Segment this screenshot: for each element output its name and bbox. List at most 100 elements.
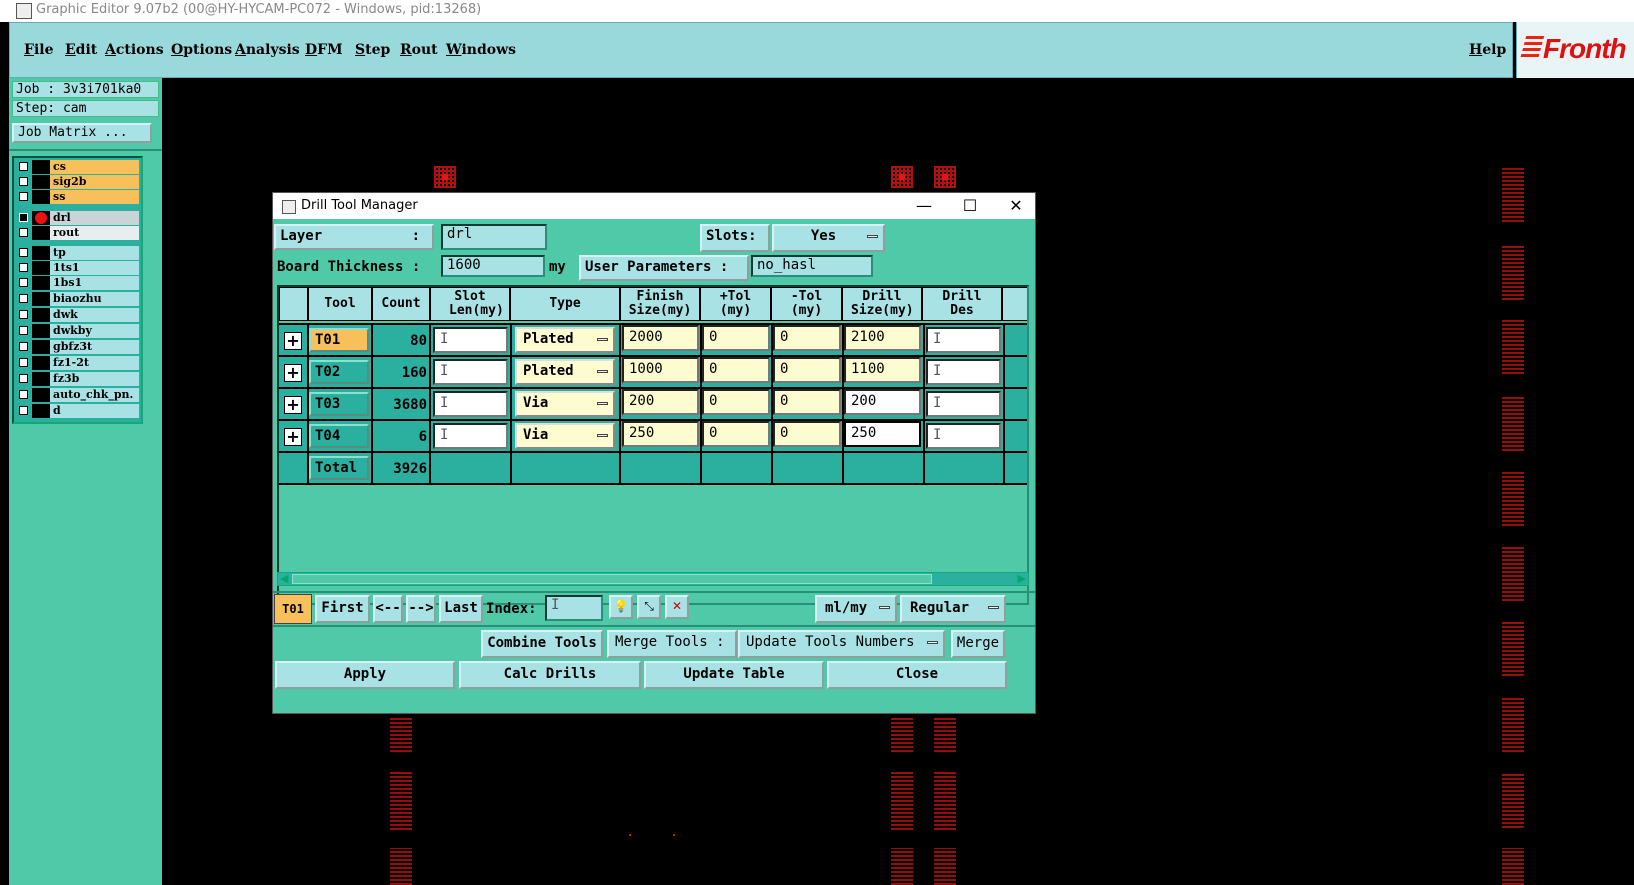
finish-size-input[interactable]: 1000 xyxy=(622,357,699,383)
layer-row[interactable]: dwk xyxy=(16,308,139,322)
slot-len-input[interactable]: I xyxy=(433,391,508,417)
layer-row-active[interactable]: drl xyxy=(16,211,139,225)
minus-tol-input[interactable]: 0 xyxy=(773,325,841,351)
layer-checkbox[interactable] xyxy=(19,310,28,319)
layer-row[interactable]: cs xyxy=(16,160,139,174)
table-horizontal-scrollbar[interactable]: ◀ ▶ xyxy=(277,572,1029,586)
scroll-left-icon[interactable]: ◀ xyxy=(280,572,288,585)
drill-size-input[interactable]: 2100 xyxy=(844,325,921,351)
layer-checkbox[interactable] xyxy=(19,248,28,257)
menu-options[interactable]: Options xyxy=(171,42,232,58)
layer-row[interactable]: sig2b xyxy=(16,175,139,189)
menu-step[interactable]: Step xyxy=(355,42,390,58)
user-parameters-button[interactable]: User Parameters : xyxy=(579,255,749,281)
close-button[interactable]: Close xyxy=(827,661,1007,689)
layer-row[interactable]: 1ts1 xyxy=(16,261,139,275)
finish-size-input[interactable]: 250 xyxy=(622,421,699,447)
drill-des-input[interactable]: I xyxy=(926,359,1001,385)
type-select[interactable]: Plated xyxy=(515,359,615,385)
layer-checkbox[interactable] xyxy=(19,358,28,367)
finish-size-input[interactable]: 200 xyxy=(622,389,699,415)
expand-icon[interactable]: + xyxy=(284,364,302,382)
layer-checkbox[interactable] xyxy=(19,263,28,272)
layer-checkbox[interactable] xyxy=(19,177,28,186)
slots-select[interactable]: Yes xyxy=(772,224,885,252)
plus-tol-input[interactable]: 0 xyxy=(702,325,770,351)
menu-actions[interactable]: Actions xyxy=(105,42,164,58)
layer-checkbox[interactable] xyxy=(19,228,28,237)
layer-checkbox-checked[interactable] xyxy=(19,213,28,222)
first-button[interactable]: First xyxy=(315,595,370,623)
layer-row[interactable]: tp xyxy=(16,246,139,260)
layer-row[interactable]: gbfz3t xyxy=(16,340,139,354)
plus-tol-input[interactable]: 0 xyxy=(702,389,770,415)
minus-tol-input[interactable]: 0 xyxy=(773,421,841,447)
type-select[interactable]: Via xyxy=(515,391,615,417)
bulb-icon[interactable]: 💡 xyxy=(609,595,633,619)
layer-row[interactable]: biaozhu xyxy=(16,292,139,306)
menu-rout[interactable]: Rout xyxy=(400,42,438,58)
slot-len-input[interactable]: I xyxy=(433,327,508,353)
drill-size-input-active[interactable]: 250 xyxy=(844,421,921,447)
job-matrix-button[interactable]: Job Matrix ... xyxy=(12,123,152,143)
drill-size-input[interactable]: 200 xyxy=(844,389,921,415)
layer-checkbox[interactable] xyxy=(19,294,28,303)
type-select[interactable]: Plated xyxy=(515,327,615,353)
board-thickness-field[interactable]: 1600 xyxy=(441,255,545,277)
drill-des-input[interactable]: I xyxy=(926,423,1001,449)
tool-button-t02[interactable]: T02 xyxy=(309,360,369,384)
clear-icon[interactable]: ✕ xyxy=(665,595,689,619)
slot-len-input[interactable]: I xyxy=(433,423,508,449)
index-field[interactable]: I xyxy=(545,595,603,621)
expand-icon[interactable]: + xyxy=(284,396,302,414)
layer-row[interactable]: fz3b xyxy=(16,372,139,386)
layer-checkbox[interactable] xyxy=(19,192,28,201)
menu-analysis[interactable]: Analysis xyxy=(235,42,300,58)
menu-help[interactable]: Help xyxy=(1469,42,1506,58)
scroll-right-icon[interactable]: ▶ xyxy=(1018,572,1026,585)
layer-checkbox[interactable] xyxy=(19,162,28,171)
next-button[interactable]: --> xyxy=(406,595,436,623)
menu-file[interactable]: File xyxy=(24,42,54,58)
zoom-fit-icon[interactable]: ⤡ xyxy=(637,595,661,619)
finish-size-input[interactable]: 2000 xyxy=(622,325,699,351)
layer-row[interactable]: 1bs1 xyxy=(16,276,139,290)
layer-row[interactable]: rout xyxy=(16,226,139,240)
mode-select[interactable]: Regular xyxy=(900,595,1006,623)
layer-checkbox[interactable] xyxy=(19,390,28,399)
merge-button[interactable]: Merge xyxy=(951,630,1005,658)
update-table-button[interactable]: Update Table xyxy=(644,661,824,689)
close-icon[interactable]: ✕ xyxy=(1001,195,1031,217)
combine-tools-button[interactable]: Combine Tools xyxy=(481,630,603,658)
layer-label-button[interactable]: Layer: xyxy=(274,224,434,250)
layer-checkbox[interactable] xyxy=(19,406,28,415)
minus-tol-input[interactable]: 0 xyxy=(773,357,841,383)
apply-button[interactable]: Apply xyxy=(275,661,455,689)
menu-dfm[interactable]: DFM xyxy=(305,42,343,58)
drill-des-input[interactable]: I xyxy=(926,327,1001,353)
layer-row[interactable]: dwkby xyxy=(16,324,139,338)
layer-checkbox[interactable] xyxy=(19,342,28,351)
drill-des-input[interactable]: I xyxy=(926,391,1001,417)
layer-checkbox[interactable] xyxy=(19,374,28,383)
tool-button-t03[interactable]: T03 xyxy=(309,392,369,416)
layer-row[interactable]: fz1-2t xyxy=(16,356,139,370)
layer-row[interactable]: auto_chk_pn. xyxy=(16,388,139,402)
prev-button[interactable]: <-- xyxy=(373,595,403,623)
menu-edit[interactable]: Edit xyxy=(65,42,97,58)
slot-len-input[interactable]: I xyxy=(433,359,508,385)
units-select[interactable]: ml/my xyxy=(815,595,897,623)
user-parameters-field[interactable]: no_hasl xyxy=(751,255,873,277)
layer-row[interactable]: d xyxy=(16,404,139,418)
expand-icon[interactable]: + xyxy=(284,332,302,350)
minimize-icon[interactable]: — xyxy=(909,195,939,217)
layer-checkbox[interactable] xyxy=(19,326,28,335)
merge-mode-select[interactable]: Update Tools Numbers xyxy=(738,630,945,658)
type-select[interactable]: Via xyxy=(515,423,615,449)
drill-size-input[interactable]: 1100 xyxy=(844,357,921,383)
maximize-icon[interactable]: ☐ xyxy=(955,195,985,217)
layer-row[interactable]: ss xyxy=(16,190,139,204)
scrollbar-thumb[interactable] xyxy=(292,574,932,584)
plus-tol-input[interactable]: 0 xyxy=(702,421,770,447)
layer-checkbox[interactable] xyxy=(19,278,28,287)
